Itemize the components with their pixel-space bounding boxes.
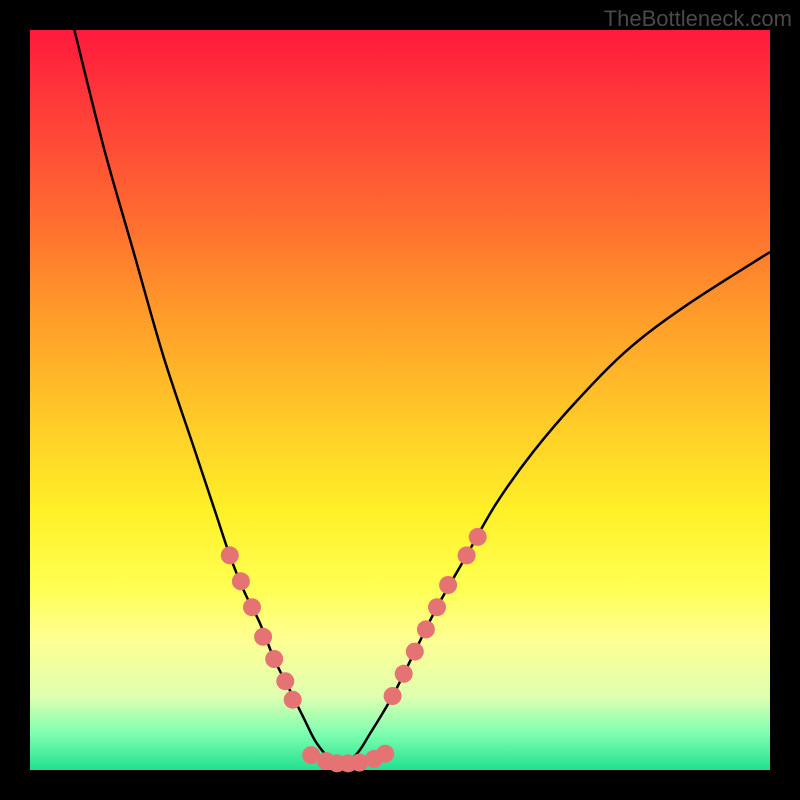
- data-marker: [384, 687, 402, 705]
- data-markers: [221, 528, 487, 772]
- curve-left: [74, 30, 337, 766]
- data-marker: [469, 528, 487, 546]
- curve-right: [337, 252, 770, 766]
- data-marker: [265, 650, 283, 668]
- data-marker: [417, 620, 435, 638]
- data-marker: [276, 672, 294, 690]
- watermark-text: TheBottleneck.com: [604, 6, 792, 32]
- data-marker: [232, 572, 250, 590]
- data-marker: [376, 745, 394, 763]
- plot-area: [30, 30, 770, 770]
- data-marker: [254, 628, 272, 646]
- data-marker: [221, 546, 239, 564]
- data-marker: [395, 665, 413, 683]
- data-marker: [439, 576, 457, 594]
- data-marker: [428, 598, 446, 616]
- data-marker: [243, 598, 261, 616]
- chart-frame: TheBottleneck.com: [0, 0, 800, 800]
- data-marker: [284, 691, 302, 709]
- data-marker: [458, 546, 476, 564]
- data-marker: [406, 643, 424, 661]
- chart-svg: [30, 30, 770, 770]
